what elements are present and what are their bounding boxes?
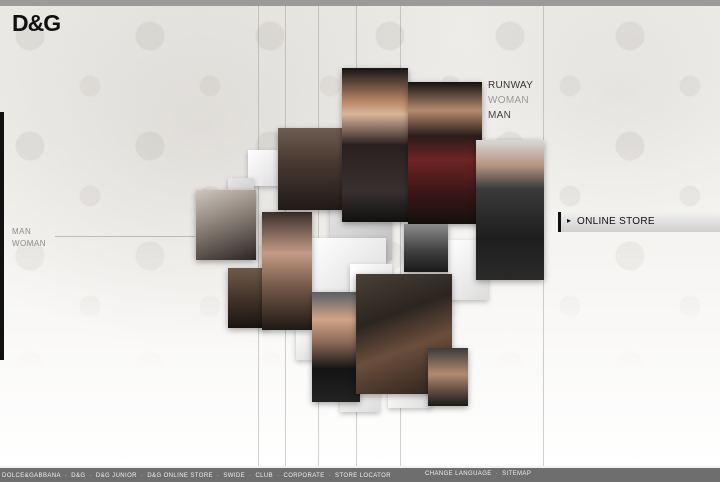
photo-tile[interactable] (312, 292, 360, 402)
footer-separator: · (140, 473, 144, 479)
photo-tile[interactable] (196, 190, 256, 260)
photo-tile[interactable] (404, 224, 448, 272)
footer-link-dg[interactable]: D&G (71, 473, 85, 479)
arrow-right-icon: ▸ (567, 216, 572, 225)
footer-link-dg-online-store[interactable]: D&G ONLINE STORE (147, 473, 213, 479)
footer-separator: · (328, 473, 332, 479)
side-nav: MAN WOMAN (12, 226, 46, 250)
menu-man[interactable]: MAN (488, 108, 533, 123)
dg-logo[interactable]: D&G (12, 10, 61, 37)
photo-tile[interactable] (278, 128, 346, 210)
side-divider-line (55, 236, 195, 237)
footer-link-sitemap[interactable]: SITEMAP (502, 471, 531, 477)
side-nav-man[interactable]: MAN (12, 226, 46, 238)
footer-link-club[interactable]: CLUB (255, 473, 273, 479)
footer-links: DOLCE&GABBANA · D&G · D&G JUNIOR · D&G O… (2, 471, 391, 481)
photo-tile[interactable] (428, 348, 468, 406)
footer-separator: · (89, 473, 92, 479)
menu-runway[interactable]: RUNWAY (488, 78, 533, 93)
photo-tile[interactable] (342, 68, 408, 222)
footer-link-corporate[interactable]: CORPORATE (283, 473, 324, 479)
collections-menu: RUNWAY WOMAN MAN (488, 78, 533, 123)
footer-separator: · (277, 473, 280, 479)
footer-separator: · (216, 473, 220, 479)
photo-tile[interactable] (476, 140, 544, 280)
footer-link-dg-junior[interactable]: D&G JUNIOR (96, 473, 137, 479)
online-store-label: ONLINE STORE (577, 216, 655, 227)
footer-utility-links: CHANGE LANGUAGE · SITEMAP (425, 471, 531, 477)
photo-tile[interactable] (262, 212, 312, 330)
menu-woman[interactable]: WOMAN (488, 93, 533, 108)
footer-separator: · (249, 473, 252, 479)
left-edge-bar (0, 112, 4, 360)
online-store-button[interactable]: ▸ ONLINE STORE (558, 212, 720, 232)
grid-line (258, 6, 259, 466)
footer-link-change-language[interactable]: CHANGE LANGUAGE (425, 471, 492, 477)
footer-link-store-locator[interactable]: STORE LOCATOR (335, 473, 391, 479)
footer-separator: · (64, 473, 68, 479)
footer-link-dolce-gabbana[interactable]: DOLCE&GABBANA (2, 473, 61, 479)
footer-separator: · (495, 471, 499, 477)
side-nav-woman[interactable]: WOMAN (12, 238, 46, 250)
footer-link-swide[interactable]: SWIDE (223, 473, 245, 479)
photo-tile[interactable] (408, 82, 482, 224)
